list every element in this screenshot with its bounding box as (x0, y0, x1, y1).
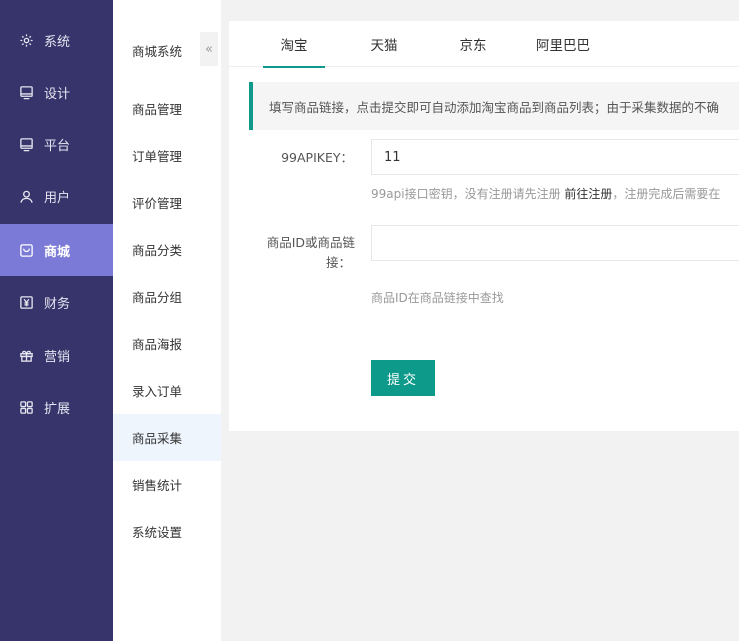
apikey-label: 99APIKEY： (281, 150, 353, 165)
apikey-help: 99api接口密钥，没有注册请先注册 前往注册，注册完成后需要在 (371, 185, 720, 202)
grid-icon (18, 399, 34, 415)
primary-nav-item-platform[interactable]: 平台 (0, 118, 113, 170)
primary-sidebar: 系统 设计 平台 用户 商城 财务 营销 扩展 (0, 0, 113, 641)
sidebar-item-goods-collect[interactable]: 商品采集 (113, 414, 221, 461)
shop-icon (18, 242, 34, 258)
apikey-help-text: 99api接口密钥，没有注册请先注册 (371, 187, 561, 201)
tab-taobao[interactable]: 淘宝 (263, 21, 325, 68)
primary-nav-label: 系统 (44, 34, 71, 50)
tab-tmall[interactable]: 天猫 (353, 21, 415, 67)
submit-button[interactable]: 提交 (371, 360, 435, 396)
tab-bar: 淘宝 天猫 京东 阿里巴巴 (229, 21, 739, 68)
goods-id-label: 商品ID或商品链 接： (249, 233, 355, 273)
primary-nav-label: 财务 (44, 296, 71, 312)
primary-nav-label: 扩展 (44, 401, 71, 417)
sidebar-item-goods-poster[interactable]: 商品海报 (113, 320, 221, 367)
primary-nav-item-user[interactable]: 用户 (0, 170, 113, 222)
goods-id-label-line1: 商品ID或商品链 (266, 235, 355, 250)
goods-id-input[interactable] (371, 225, 739, 261)
primary-nav-item-marketing[interactable]: 营销 (0, 329, 113, 381)
goods-id-label-line2: 接： (325, 255, 351, 270)
register-link[interactable]: 前往注册 (564, 187, 612, 201)
collapse-sidebar-button[interactable]: « (200, 32, 218, 66)
primary-nav-label: 用户 (44, 190, 71, 206)
primary-nav-label: 商城 (44, 244, 71, 260)
collect-card: 淘宝 天猫 京东 阿里巴巴 填写商品链接，点击提交即可自动添加淘宝商品到商品列表… (229, 21, 739, 431)
apikey-input[interactable] (371, 139, 739, 175)
top-strip (221, 0, 739, 14)
gift-icon (18, 347, 34, 363)
yen-icon (18, 294, 34, 310)
primary-nav-item-finance[interactable]: 财务 (0, 276, 113, 328)
sidebar-item-goods-manage[interactable]: 商品管理 (113, 85, 221, 132)
user-icon (18, 188, 34, 204)
apikey-help-suffix: ，注册完成后需要在 (612, 187, 721, 201)
sidebar-item-review-manage[interactable]: 评价管理 (113, 179, 221, 226)
primary-nav-item-system[interactable]: 系统 (0, 14, 113, 66)
secondary-sidebar-title: 商城系统 (132, 43, 183, 59)
sidebar-item-goods-category[interactable]: 商品分类 (113, 226, 221, 273)
sidebar-item-order-manage[interactable]: 订单管理 (113, 132, 221, 179)
goods-id-help: 商品ID在商品链接中查找 (371, 291, 504, 305)
sidebar-item-goods-group[interactable]: 商品分组 (113, 273, 221, 320)
primary-nav-label: 营销 (44, 349, 71, 365)
primary-nav-item-design[interactable]: 设计 (0, 66, 113, 118)
primary-nav-item-extend[interactable]: 扩展 (0, 381, 113, 433)
notice-banner: 填写商品链接，点击提交即可自动添加淘宝商品到商品列表；由于采集数据的不确 (249, 82, 739, 130)
sidebar-item-system-settings[interactable]: 系统设置 (113, 508, 221, 555)
gear-icon (18, 32, 34, 48)
primary-nav-label: 设计 (44, 86, 71, 102)
primary-nav-label: 平台 (44, 138, 71, 154)
secondary-sidebar: 商城系统 « 商品管理 订单管理 评价管理 商品分类 商品分组 商品海报 录入订… (113, 0, 221, 641)
monitor-icon (18, 84, 34, 100)
sidebar-item-sales-stats[interactable]: 销售统计 (113, 461, 221, 508)
double-chevron-left-icon: « (205, 41, 213, 57)
sidebar-item-enter-order[interactable]: 录入订单 (113, 367, 221, 414)
monitor-icon (18, 136, 34, 152)
tab-alibaba[interactable]: 阿里巴巴 (527, 21, 599, 67)
tab-jd[interactable]: 京东 (442, 21, 504, 67)
primary-nav-item-mall[interactable]: 商城 (0, 224, 113, 276)
